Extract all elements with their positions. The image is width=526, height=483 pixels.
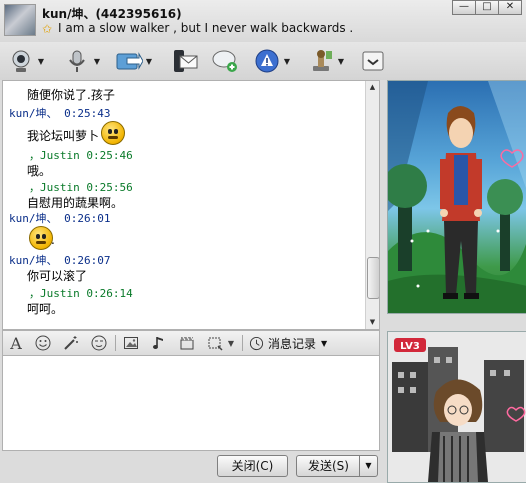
- voice-button[interactable]: ▼: [62, 45, 102, 77]
- send-email-button[interactable]: [170, 45, 200, 77]
- font-icon[interactable]: A: [7, 334, 25, 353]
- contact-name: kun/坤、(442395616): [42, 7, 182, 21]
- chevron-down-icon[interactable]: ▼: [282, 57, 292, 66]
- title-bar: kun/坤、(442395616) ✩ I am a slow walker ,…: [0, 0, 526, 42]
- message-header: ，Justin 0:25:56: [29, 181, 133, 194]
- webcam-icon: [6, 46, 36, 76]
- contact-signature: I am a slow walker , but I never walk ba…: [58, 21, 354, 35]
- message-body: 我论坛叫萝卜: [27, 129, 100, 143]
- emoticon-icon: [101, 121, 125, 145]
- scrollbar-thumb[interactable]: [367, 257, 379, 299]
- alert-button[interactable]: ▼: [252, 45, 292, 77]
- transfer-file-button[interactable]: ▼: [114, 45, 154, 77]
- message-body: 呵呵。: [27, 302, 64, 316]
- group-chat-button[interactable]: [210, 45, 240, 77]
- message-body: .: [51, 233, 55, 247]
- message-history-label: 消息记录: [268, 336, 317, 351]
- minimize-button[interactable]: —: [452, 0, 476, 15]
- send-button[interactable]: 发送(S): [296, 455, 361, 477]
- magic-wand-icon[interactable]: [62, 334, 80, 352]
- message-header: kun/坤、 0:26:01: [9, 212, 111, 225]
- chevron-down-icon[interactable]: ▼: [92, 57, 102, 66]
- message-body: 随便你说了.孩子: [27, 88, 115, 102]
- message-header: kun/坤、 0:26:07: [9, 254, 111, 267]
- stamp-icon: [306, 46, 336, 76]
- divider: [242, 335, 243, 351]
- contact-show-image: [387, 80, 526, 314]
- close-window-button[interactable]: ✕: [498, 0, 522, 15]
- format-toolbar: A ▼ 消息记录 ▼: [2, 330, 380, 355]
- more-icon: [358, 46, 388, 76]
- clapperboard-icon[interactable]: [178, 334, 196, 352]
- chevron-down-icon[interactable]: ▼: [144, 57, 154, 66]
- chevron-down-icon[interactable]: ▼: [336, 57, 346, 66]
- chevron-down-icon[interactable]: ▼: [36, 57, 46, 66]
- clock-icon: [249, 336, 264, 351]
- contact-avatar[interactable]: [4, 4, 36, 36]
- message-input[interactable]: [2, 355, 380, 451]
- more-button[interactable]: [358, 45, 388, 77]
- window-controls: — □ ✕: [452, 0, 522, 15]
- my-show-image: LV3: [387, 331, 526, 483]
- chevron-down-icon[interactable]: ▼: [225, 334, 237, 352]
- animated-emoticon-icon[interactable]: [90, 334, 108, 352]
- webcam-button[interactable]: ▼: [6, 45, 46, 77]
- emoticon-picker-icon[interactable]: [34, 334, 52, 352]
- message-header: ，Justin 0:26:14: [29, 287, 133, 300]
- alert-icon: [252, 46, 282, 76]
- maximize-button[interactable]: □: [475, 0, 499, 15]
- message-header: kun/坤、 0:25:43: [9, 107, 111, 120]
- scroll-down-icon[interactable]: ▼: [366, 316, 379, 329]
- emoticon-icon: [29, 226, 53, 250]
- chat-history[interactable]: 随便你说了.孩子 kun/坤、 0:25:43 我论坛叫萝卜 ，Justin 0…: [2, 80, 380, 330]
- main-toolbar: ▼ ▼ ▼ ▼ ▼: [0, 42, 526, 80]
- send-email-icon: [170, 46, 200, 76]
- transfer-file-icon: [114, 46, 144, 76]
- chat-scrollbar[interactable]: ▲ ▼: [365, 81, 379, 329]
- message-body: 哦。: [27, 164, 52, 178]
- microphone-icon: [62, 46, 92, 76]
- image-icon[interactable]: [122, 334, 140, 352]
- stamp-button[interactable]: ▼: [306, 45, 346, 77]
- message-header: ，Justin 0:25:46: [29, 149, 133, 162]
- level-badge: LV3: [400, 341, 420, 352]
- star-icon: ✩: [42, 22, 53, 36]
- message-history-button[interactable]: 消息记录 ▼: [249, 334, 327, 352]
- music-note-icon[interactable]: [150, 334, 168, 352]
- close-button[interactable]: 关闭(C): [217, 455, 288, 477]
- send-options-chevron-icon[interactable]: ▼: [359, 455, 378, 477]
- screenshot-icon[interactable]: [206, 334, 224, 352]
- message-body: 自慰用的蔬果啊。: [27, 196, 124, 210]
- chevron-down-icon: ▼: [321, 338, 328, 348]
- message-body: 你可以滚了: [27, 269, 88, 283]
- divider: [115, 335, 116, 351]
- scroll-up-icon[interactable]: ▲: [366, 81, 379, 94]
- group-chat-icon: [210, 46, 240, 76]
